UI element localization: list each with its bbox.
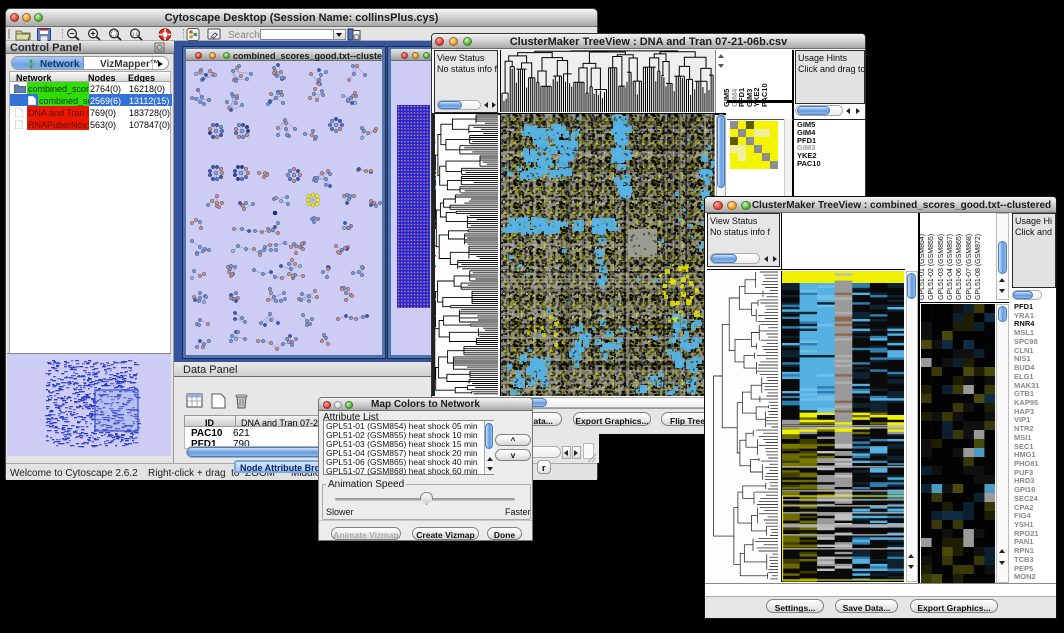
svg-text:1:1: 1:1 — [132, 32, 139, 37]
